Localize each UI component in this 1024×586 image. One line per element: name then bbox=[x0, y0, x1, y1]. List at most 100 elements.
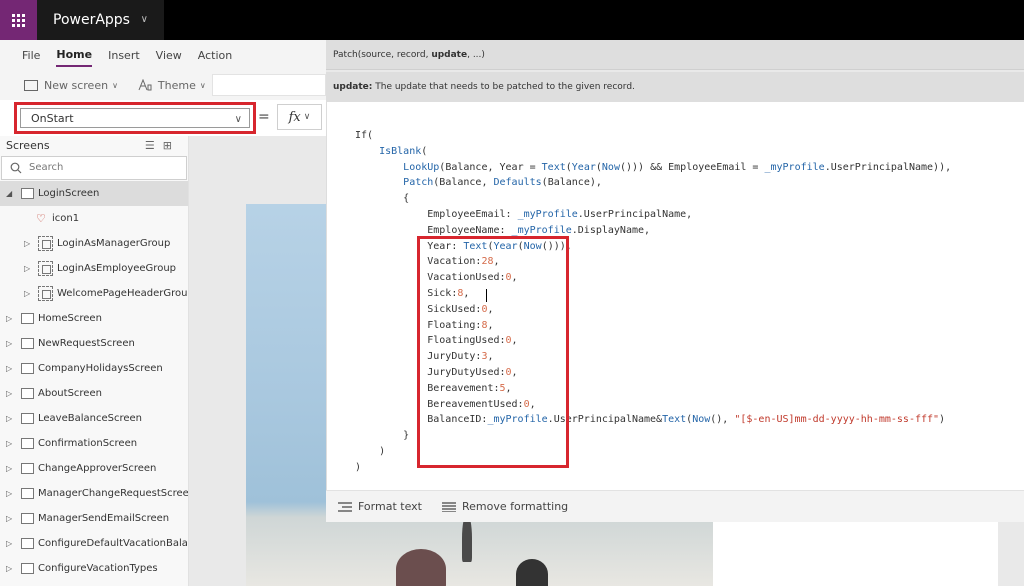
format-text-label: Format text bbox=[358, 500, 422, 513]
menu-action[interactable]: Action bbox=[198, 45, 232, 66]
expand-arrow-icon[interactable]: ▷ bbox=[24, 231, 30, 256]
code-token: .DisplayName, bbox=[571, 224, 651, 236]
code-token: (Balance, Year = bbox=[439, 161, 542, 173]
list-view-icon[interactable]: ☰ bbox=[145, 139, 163, 152]
param-name: update: bbox=[333, 82, 373, 92]
tree-item-label: HomeScreen bbox=[38, 313, 102, 324]
tree-item-homescreen[interactable]: ▷ HomeScreen bbox=[0, 306, 188, 331]
code-token: ())) && EmployeeEmail = bbox=[619, 161, 765, 173]
screen-icon bbox=[21, 338, 34, 349]
tree-item-configurevacationtypes[interactable]: ▷ ConfigureVacationTypes bbox=[0, 556, 188, 581]
tree-item-managerchangerequestscreen[interactable]: ▷ ManagerChangeRequestScreen bbox=[0, 481, 188, 506]
tree-item-label: ConfigureVacationTypes bbox=[38, 563, 158, 574]
screen-icon bbox=[21, 438, 34, 449]
code-token-fn: Defaults bbox=[493, 177, 542, 189]
code-token-str: "[$-en-US]mm-dd-yyyy-hh-mm-ss-fff" bbox=[734, 414, 940, 426]
grid-view-icon[interactable]: ⊞ bbox=[163, 139, 180, 152]
expand-arrow-icon[interactable]: ▷ bbox=[6, 506, 12, 531]
new-screen-label: New screen bbox=[44, 78, 109, 92]
tree-title: Screens bbox=[6, 139, 50, 152]
expand-arrow-icon[interactable]: ▷ bbox=[24, 281, 30, 306]
expand-arrow-icon[interactable]: ▷ bbox=[6, 306, 12, 331]
expand-arrow-icon[interactable]: ▷ bbox=[6, 406, 12, 431]
tree-header: Screens ☰⊞ bbox=[0, 136, 188, 156]
property-dropdown[interactable]: OnStart ∨ bbox=[14, 102, 256, 134]
menu-file[interactable]: File bbox=[22, 45, 40, 66]
new-screen-button[interactable]: New screen ∨ bbox=[24, 79, 118, 92]
tree-item-leavebalancescreen[interactable]: ▷ LeaveBalanceScreen bbox=[0, 406, 188, 431]
tree-item-icon1[interactable]: ♡ icon1 bbox=[0, 206, 188, 231]
expand-arrow-icon[interactable]: ▷ bbox=[6, 356, 12, 381]
code-token-fn: Now bbox=[692, 414, 711, 426]
ribbon-blank-field bbox=[212, 74, 326, 96]
highlight-box bbox=[417, 236, 569, 468]
chevron-down-icon: ∨ bbox=[112, 80, 118, 90]
collapse-arrow-icon[interactable]: ◢ bbox=[6, 181, 12, 206]
code-token: ) bbox=[355, 461, 362, 473]
tree-item-changeapproverscreen[interactable]: ▷ ChangeApproverScreen bbox=[0, 456, 188, 481]
code-token: (Balance, bbox=[433, 177, 494, 189]
expand-arrow-icon[interactable]: ▷ bbox=[6, 431, 12, 456]
tree-item-aboutscreen[interactable]: ▷ AboutScreen bbox=[0, 381, 188, 406]
code-token-fn: Text bbox=[541, 161, 566, 173]
chevron-down-icon: ∨ bbox=[234, 114, 242, 125]
tree-item-label: LeaveBalanceScreen bbox=[38, 413, 143, 424]
screen-canvas-area bbox=[713, 521, 998, 586]
tree-item-label: NewRequestScreen bbox=[38, 338, 135, 349]
expand-arrow-icon[interactable]: ▷ bbox=[6, 331, 12, 356]
tree-item-label: ManagerSendEmailScreen bbox=[38, 513, 170, 524]
menu-insert[interactable]: Insert bbox=[108, 45, 140, 66]
remove-formatting-label: Remove formatting bbox=[461, 500, 569, 513]
format-text-button[interactable]: Format text bbox=[338, 500, 422, 513]
app-launcher-button[interactable] bbox=[0, 0, 37, 40]
tree-item-loginscreen[interactable]: ◢ LoginScreen bbox=[0, 181, 188, 206]
code-token: ) bbox=[355, 445, 386, 457]
top-bar: PowerApps ∨ bbox=[0, 0, 1024, 40]
person-figure bbox=[396, 549, 446, 586]
remove-formatting-button[interactable]: Remove formatting bbox=[441, 500, 569, 513]
property-dropdown-field[interactable]: OnStart ∨ bbox=[20, 108, 250, 128]
tree-item-companyholidaysscreen[interactable]: ▷ CompanyHolidaysScreen bbox=[0, 356, 188, 381]
waffle-icon bbox=[12, 13, 25, 27]
code-token-fn: Year bbox=[571, 161, 596, 173]
app-title-button[interactable]: PowerApps ∨ bbox=[37, 0, 164, 40]
code-token: ( bbox=[421, 145, 428, 157]
screen-icon bbox=[21, 488, 34, 499]
tree-item-managersendemailscreen[interactable]: ▷ ManagerSendEmailScreen bbox=[0, 506, 188, 531]
screen-icon bbox=[21, 413, 34, 424]
tree-item-loginasemployeegroup[interactable]: ▷ LoginAsEmployeeGroup bbox=[0, 256, 188, 281]
tree-item-confirmationscreen[interactable]: ▷ ConfirmationScreen bbox=[0, 431, 188, 456]
expand-arrow-icon[interactable]: ▷ bbox=[6, 531, 12, 556]
search-icon bbox=[10, 162, 22, 174]
code-line: { bbox=[355, 191, 951, 207]
fx-button[interactable]: fx ∨ bbox=[277, 104, 322, 130]
property-value: OnStart bbox=[31, 112, 74, 125]
chevron-down-icon: ∨ bbox=[199, 80, 206, 90]
tree-item-newrequestscreen[interactable]: ▷ NewRequestScreen bbox=[0, 331, 188, 356]
screen-icon bbox=[21, 363, 34, 374]
expand-arrow-icon[interactable]: ▷ bbox=[6, 456, 12, 481]
tree-search-input[interactable]: Search bbox=[1, 156, 187, 180]
expand-arrow-icon[interactable]: ▷ bbox=[6, 481, 12, 506]
code-token-fn: _myProfile bbox=[764, 161, 825, 173]
theme-button[interactable]: Theme ∨ bbox=[138, 79, 206, 92]
format-text-icon bbox=[338, 501, 352, 512]
tree-item-label: ConfirmationScreen bbox=[38, 438, 138, 449]
person-figure bbox=[516, 559, 548, 586]
menu-view[interactable]: View bbox=[156, 45, 182, 66]
code-token: ) bbox=[939, 414, 946, 426]
expand-arrow-icon[interactable]: ▷ bbox=[6, 556, 12, 581]
screen-icon bbox=[21, 538, 34, 549]
expand-arrow-icon[interactable]: ▷ bbox=[6, 381, 12, 406]
code-token-fn: Now bbox=[601, 161, 620, 173]
screen-icon bbox=[21, 463, 34, 474]
expand-arrow-icon[interactable]: ▷ bbox=[24, 256, 30, 281]
tree-item-configuredefaultvacationbalanceva[interactable]: ▷ ConfigureDefaultVacationBalanceVa bbox=[0, 531, 188, 556]
formula-editor[interactable]: If( IsBlank( LookUp(Balance, Year = Text… bbox=[326, 102, 1024, 490]
tree-item-welcomepageheadergroup[interactable]: ▷ WelcomePageHeaderGroup bbox=[0, 281, 188, 306]
tree-item-loginasmanagergroup[interactable]: ▷ LoginAsManagerGroup bbox=[0, 231, 188, 256]
ribbon: File Home Insert View Action New screen … bbox=[0, 40, 326, 100]
menu-home[interactable]: Home bbox=[56, 44, 93, 67]
screen-icon bbox=[21, 188, 34, 199]
